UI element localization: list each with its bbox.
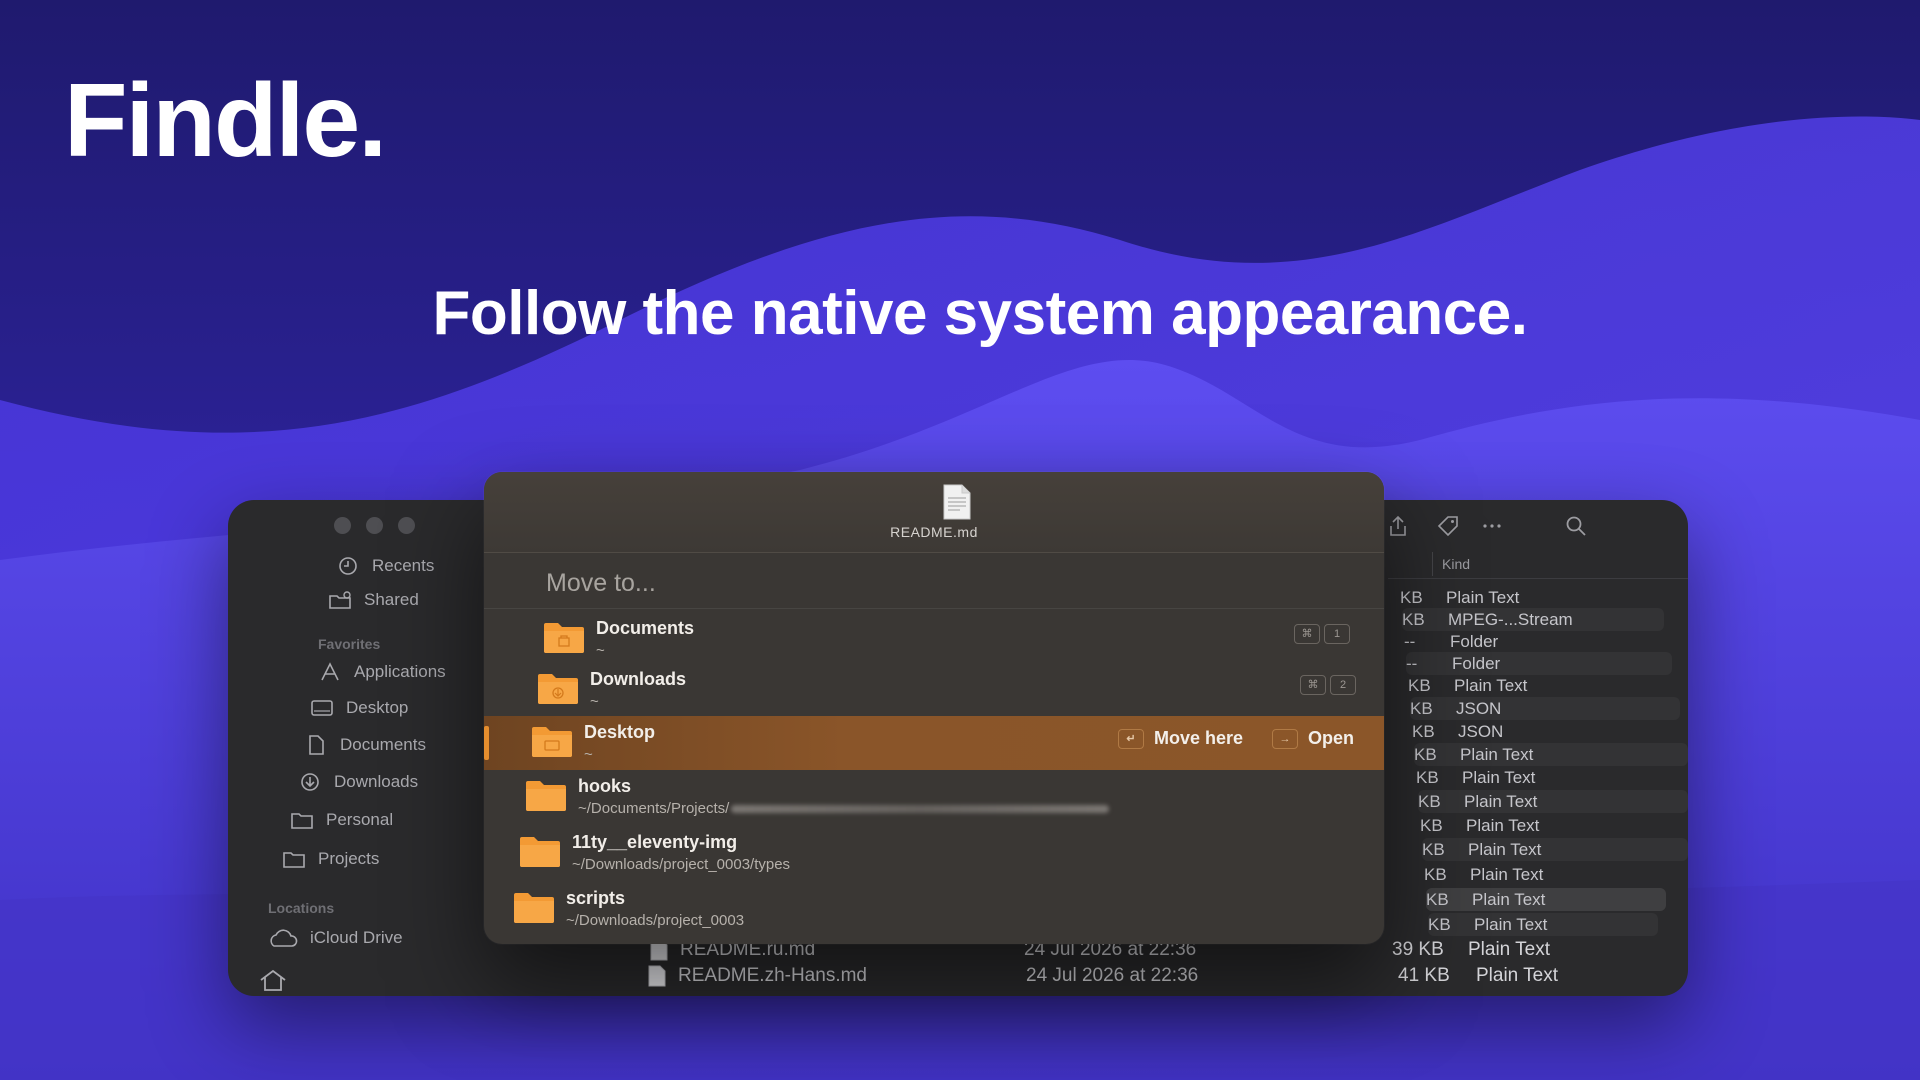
table-row[interactable]: KB JSON [1412, 720, 1684, 743]
tagline: Follow the native system appearance. [432, 279, 1528, 348]
folder-icon [544, 623, 584, 653]
folder-icon [291, 813, 313, 829]
document-icon [309, 735, 324, 755]
folder-icon [520, 837, 560, 867]
share-icon[interactable] [1386, 514, 1410, 538]
folder-icon [514, 893, 554, 923]
shortcut-hint: ⌘ 1 [1294, 624, 1350, 644]
locations-header: Locations [268, 900, 335, 916]
table-row[interactable]: KB Plain Text [1416, 766, 1688, 789]
text-file-icon [648, 965, 666, 987]
tag-icon[interactable] [1436, 514, 1460, 538]
sidebar-item-documents[interactable]: Documents [304, 735, 426, 755]
table-row[interactable]: KB Plain Text [1424, 863, 1688, 886]
move-here-action[interactable]: ↵ Move here [1118, 728, 1243, 749]
destination-documents[interactable]: Documents ~ ⌘ 1 [484, 612, 1384, 666]
header-divider [1388, 578, 1688, 579]
panel-header: README.md [484, 472, 1384, 553]
desktop-icon [311, 700, 333, 716]
close-window-button[interactable] [334, 517, 351, 534]
table-row[interactable]: KB JSON [1410, 697, 1680, 720]
sidebar-item-downloads[interactable]: Downloads [298, 772, 418, 792]
destination-scripts[interactable]: scripts ~/Downloads/project_0003 [484, 882, 1384, 936]
table-row[interactable]: KB Plain Text [1426, 888, 1666, 911]
open-action[interactable]: → Open [1272, 728, 1354, 749]
panel-divider [484, 608, 1384, 609]
cloud-icon [270, 929, 298, 947]
return-key-icon: ↵ [1118, 728, 1144, 749]
destination-11ty-eleventy-img[interactable]: 11ty__eleventy-img ~/Downloads/project_0… [484, 826, 1384, 880]
sidebar-item-desktop[interactable]: Desktop [310, 698, 408, 718]
redacted-path [731, 805, 1110, 814]
download-icon [301, 773, 319, 791]
destination-downloads[interactable]: Downloads ~ ⌘ 2 [484, 663, 1384, 717]
right-arrow-key-icon: → [1272, 728, 1298, 749]
move-to-search-input[interactable] [544, 560, 1308, 606]
sidebar-item-projects[interactable]: Projects [282, 849, 379, 869]
home-icon[interactable] [258, 968, 288, 992]
table-row[interactable]: KB Plain Text [1422, 838, 1688, 861]
destination-desktop[interactable]: Desktop ~ ↵ Move here → Open [484, 716, 1384, 770]
column-header-kind[interactable]: Kind [1442, 556, 1470, 572]
zoom-window-button[interactable] [398, 517, 415, 534]
shared-folder-icon [329, 591, 351, 609]
column-divider [1432, 552, 1433, 576]
sidebar-item-personal[interactable]: Personal [290, 810, 393, 830]
table-row[interactable]: KB Plain Text [1414, 743, 1688, 766]
folder-icon [526, 781, 566, 811]
text-document-icon [943, 484, 971, 520]
table-row[interactable]: -- Folder [1406, 652, 1672, 675]
table-row[interactable]: KB Plain Text [1428, 913, 1658, 936]
moving-file-name: README.md [890, 524, 978, 540]
sidebar-item-applications[interactable]: Applications [318, 662, 446, 682]
table-row[interactable]: KB Plain Text [1420, 814, 1688, 837]
clock-icon [339, 557, 357, 575]
table-row[interactable]: -- Folder [1404, 630, 1668, 653]
table-row[interactable]: KB Plain Text [1418, 790, 1688, 813]
favorites-header: Favorites [318, 636, 381, 652]
table-row[interactable]: KB Plain Text [1408, 674, 1676, 697]
search-icon[interactable] [1564, 514, 1588, 538]
shortcut-hint: ⌘ 2 [1300, 675, 1356, 695]
sidebar-item-icloud-drive[interactable]: iCloud Drive [266, 928, 403, 948]
sidebar-item-recents[interactable]: Recents [336, 556, 434, 576]
sidebar-item-shared[interactable]: Shared [328, 590, 419, 610]
more-icon[interactable] [1480, 514, 1504, 538]
minimize-window-button[interactable] [366, 517, 383, 534]
folder-icon [283, 852, 305, 868]
table-row[interactable]: KB Plain Text [1400, 586, 1660, 609]
table-row[interactable]: KB MPEG-...Stream [1402, 608, 1664, 631]
folder-icon [538, 674, 578, 704]
applications-icon [321, 662, 339, 681]
move-to-panel: README.md Documents ~ ⌘1 Downloads ~ ⌘2 … [484, 472, 1384, 944]
file-row[interactable]: README.zh-Hans.md 24 Jul 2026 at 22:36 4… [648, 964, 1558, 988]
brand-title: Findle. [64, 63, 387, 179]
folder-icon [532, 727, 572, 757]
destination-hooks[interactable]: hooks ~/Documents/Projects/ [484, 770, 1384, 824]
